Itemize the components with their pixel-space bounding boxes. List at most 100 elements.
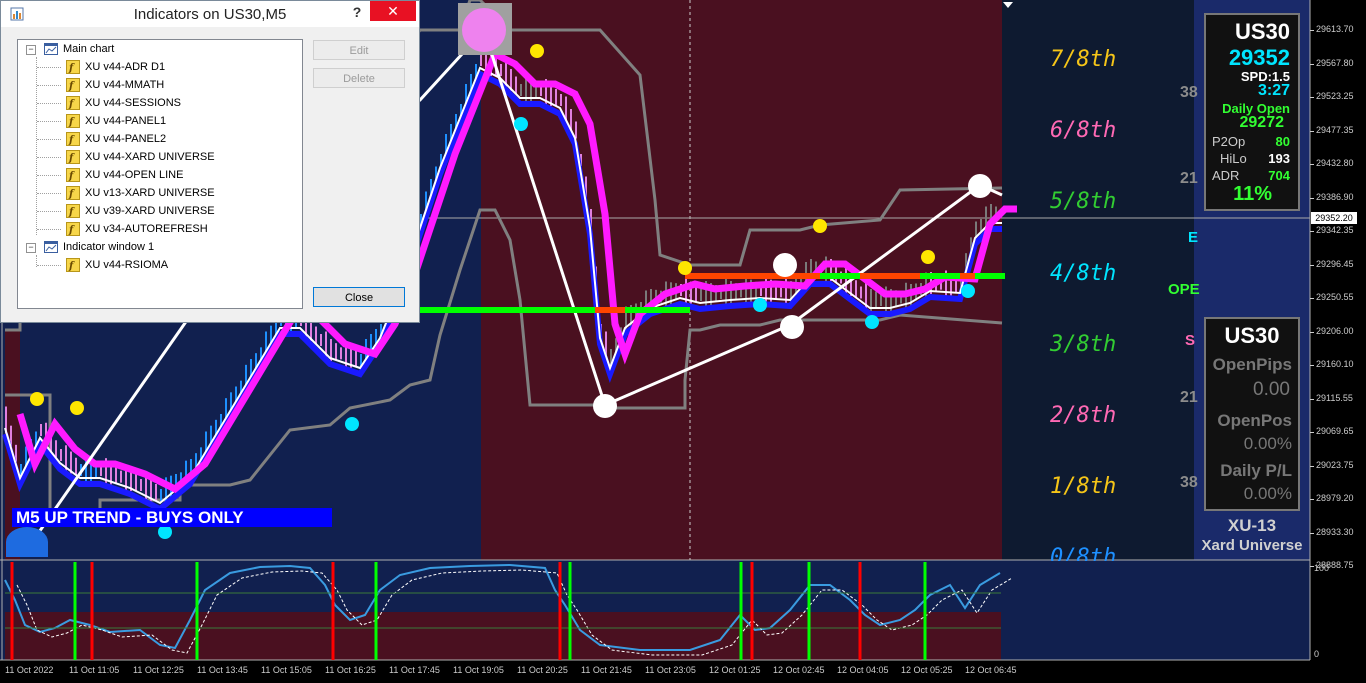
close-button[interactable]: Close bbox=[313, 287, 405, 307]
price-tick-label: 29523.25 bbox=[1316, 91, 1354, 101]
side-number: 21 bbox=[1180, 389, 1198, 406]
time-tick-label: 11 Oct 2022 bbox=[5, 665, 54, 675]
dialog-titlebar[interactable]: Indicators on US30,M5 ? ✕ bbox=[1, 1, 419, 27]
tree-item-label: XU v44-SESSIONS bbox=[85, 97, 181, 109]
panel1-symbol: US30 bbox=[1234, 19, 1290, 44]
pivot-dot bbox=[773, 253, 797, 277]
tree-item-indicator[interactable]: f XU v39-XARD UNIVERSE bbox=[66, 203, 215, 219]
panel2-daily-pl: 0.00% bbox=[1243, 484, 1292, 503]
indicator-icon: f bbox=[66, 114, 80, 129]
tree-item-indicator[interactable]: f XU v44-XARD UNIVERSE bbox=[66, 149, 215, 165]
time-axis[interactable]: 11 Oct 2022 11 Oct 11:05 11 Oct 12:25 11 Oc… bbox=[0, 660, 1310, 683]
tree-item-label: XU v44-RSIOMA bbox=[85, 259, 169, 271]
subwindow-tick-0: 0 bbox=[1314, 649, 1320, 659]
trend-banner: M5 UP TREND - BUYS ONLY bbox=[12, 508, 332, 527]
price-tick-label: 28933.30 bbox=[1316, 526, 1354, 537]
swing-low-dot bbox=[865, 315, 879, 329]
pivot-dot bbox=[593, 394, 617, 418]
octave-label: 4/8th bbox=[1050, 260, 1117, 286]
indicator-icon: f bbox=[66, 222, 80, 237]
indicator-icon: f bbox=[66, 204, 80, 219]
info-panel-1: US30 29352 SPD:1.5 3:27 Daily Open 29272… bbox=[1204, 13, 1300, 211]
octave-label: 2/8th bbox=[1050, 403, 1117, 428]
swing-low-dot bbox=[753, 298, 767, 312]
delete-button[interactable]: Delete bbox=[313, 68, 405, 88]
info-panel-2: US30 OpenPips 0.00 OpenPos 0.00% Daily P… bbox=[1204, 317, 1300, 511]
side-number: 38 bbox=[1180, 84, 1198, 101]
price-tick-label: 29386.90 bbox=[1316, 191, 1354, 202]
price-tick-label: 29567.80 bbox=[1316, 57, 1354, 68]
tree-item-label: Indicator window 1 bbox=[63, 241, 155, 253]
tree-item-indicator[interactable]: f XU v44-RSIOMA bbox=[66, 257, 168, 273]
tree-item-label: Main chart bbox=[63, 43, 115, 55]
panel1-adr: 704 bbox=[1268, 168, 1290, 183]
indicator-tree[interactable]: − Main chart f XU v44-ADR D1 f XU v44-MMATH f X… bbox=[17, 39, 303, 309]
time-tick-label: 12 Oct 05:25 bbox=[901, 665, 953, 675]
indicator-icon: f bbox=[66, 78, 80, 93]
edit-button[interactable]: Edit bbox=[313, 40, 405, 60]
price-tick-label: 29160.10 bbox=[1316, 359, 1354, 369]
indicator-icon: f bbox=[66, 150, 80, 165]
time-tick-label: 11 Oct 16:25 bbox=[325, 665, 376, 675]
price-tick-label: 29296.45 bbox=[1316, 258, 1354, 269]
pivot-dot bbox=[780, 315, 804, 339]
time-tick-label: 12 Oct 01:25 bbox=[709, 665, 761, 675]
brand-name: XU-13 bbox=[1227, 516, 1277, 535]
swing-low-dot bbox=[961, 284, 975, 298]
price-tick-label: 29432.80 bbox=[1316, 158, 1354, 168]
tree-item-label: XU v44-ADR D1 bbox=[85, 61, 166, 73]
tree-item-label: XU v44-XARD UNIVERSE bbox=[85, 151, 215, 163]
pivot-dot bbox=[968, 174, 992, 198]
time-tick-label: 12 Oct 04:05 bbox=[837, 665, 889, 675]
price-tick-label: 29250.55 bbox=[1316, 292, 1354, 302]
side-label: S bbox=[1185, 332, 1196, 349]
panel1-hilo: 193 bbox=[1268, 151, 1290, 166]
octave-label: 1/8th bbox=[1050, 474, 1117, 500]
octave-label: 6/8th bbox=[1050, 118, 1117, 144]
help-button[interactable]: ? bbox=[347, 3, 367, 23]
tree-item-indicator[interactable]: f XU v34-AUTOREFRESH bbox=[66, 221, 208, 237]
side-number: 38 bbox=[1180, 474, 1198, 491]
panel1-timer: 3:27 bbox=[1257, 82, 1290, 99]
collapse-icon[interactable]: − bbox=[26, 243, 36, 253]
time-tick-label: 11 Oct 20:25 bbox=[517, 665, 568, 675]
time-tick-label: 11 Oct 17:45 bbox=[389, 665, 440, 675]
time-tick-label: 12 Oct 06:45 bbox=[965, 665, 1017, 675]
time-tick-label: 12 Oct 02:45 bbox=[773, 665, 825, 675]
tree-item-label: XU v44-PANEL2 bbox=[85, 133, 167, 145]
tree-item-label: XU v34-AUTOREFRESH bbox=[85, 223, 208, 235]
tree-node-indicator-window[interactable]: Indicator window 1 bbox=[44, 239, 154, 255]
tree-item-indicator[interactable]: f XU v13-XARD UNIVERSE bbox=[66, 185, 215, 201]
tree-item-label: XU v44-OPEN LINE bbox=[85, 169, 184, 181]
time-tick-label: 11 Oct 19:05 bbox=[453, 665, 504, 675]
collapse-icon[interactable]: − bbox=[26, 45, 36, 55]
tree-item-indicator[interactable]: f XU v44-OPEN LINE bbox=[66, 167, 183, 183]
price-tick-label: 29342.35 bbox=[1316, 225, 1354, 235]
price-tick-label: 29069.65 bbox=[1316, 426, 1354, 436]
tree-item-indicator[interactable]: f XU v44-ADR D1 bbox=[66, 59, 165, 75]
price-tick-label: 29613.70 bbox=[1316, 24, 1354, 34]
octave-label: 3/8th bbox=[1050, 331, 1117, 357]
price-tick-label: 29115.55 bbox=[1316, 392, 1353, 403]
trend-check-icon bbox=[6, 527, 48, 557]
side-label: E bbox=[1188, 229, 1199, 246]
price-axis[interactable]: 29613.70 29567.80 29523.25 29477.35 29432.80… bbox=[1310, 0, 1366, 660]
tree-item-indicator[interactable]: f XU v44-MMATH bbox=[66, 77, 164, 93]
indicator-icon: f bbox=[66, 168, 80, 183]
tree-item-indicator[interactable]: f XU v44-PANEL2 bbox=[66, 131, 166, 147]
pivot-top-dot bbox=[462, 8, 506, 52]
tree-item-label: XU v39-XARD UNIVERSE bbox=[85, 205, 215, 217]
indicator-icon: f bbox=[66, 186, 80, 201]
indicators-dialog[interactable]: Indicators on US30,M5 ? ✕ − Main chart f XU… bbox=[0, 0, 420, 323]
tree-item-label: XU v13-XARD UNIVERSE bbox=[85, 187, 215, 199]
tree-item-indicator[interactable]: f XU v44-SESSIONS bbox=[66, 95, 181, 111]
panel2-open-pips-label: OpenPips bbox=[1212, 355, 1292, 374]
tree-node-main-chart[interactable]: Main chart bbox=[44, 41, 114, 57]
time-tick-label: 11 Oct 15:05 bbox=[261, 665, 312, 675]
swing-high-dot bbox=[678, 261, 692, 275]
tree-item-indicator[interactable]: f XU v44-PANEL1 bbox=[66, 113, 166, 129]
panel2-symbol: US30 bbox=[1224, 323, 1280, 348]
price-tick-label: 29206.00 bbox=[1316, 325, 1354, 336]
panel1-hilo-label: HiLo bbox=[1220, 151, 1247, 166]
close-window-button[interactable]: ✕ bbox=[370, 1, 416, 21]
